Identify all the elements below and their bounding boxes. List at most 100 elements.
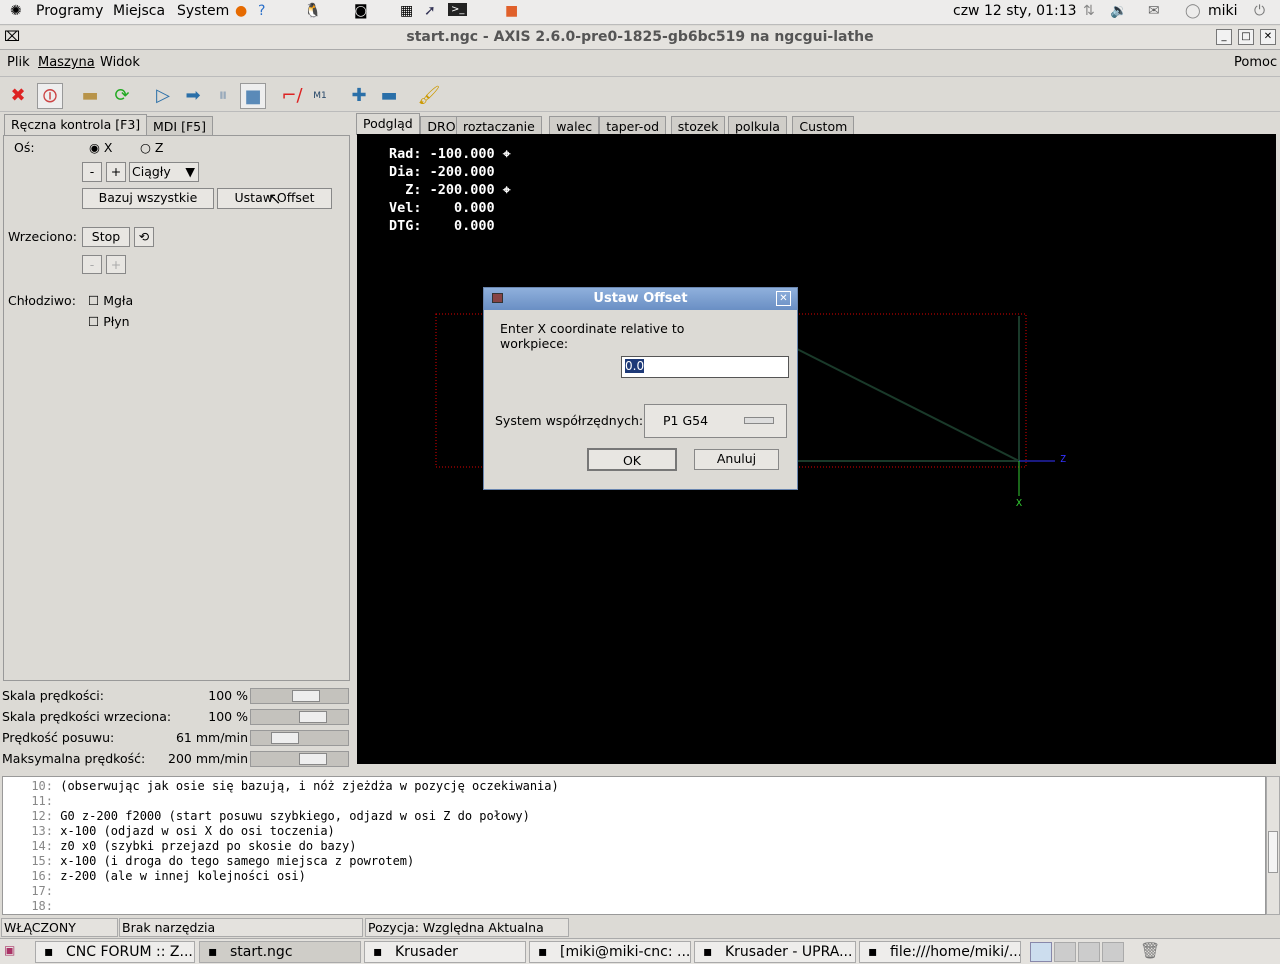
spindle-faster-button[interactable]: + [106, 255, 126, 274]
offset-input[interactable]: 0.0 [621, 356, 789, 378]
calculator-icon[interactable]: ▦ [400, 3, 413, 19]
mail-icon[interactable]: ✉ [1148, 3, 1160, 19]
taskbar-item[interactable]: ▪ file:///home/miki/... [859, 941, 1021, 963]
coordinate-system-select[interactable]: P1 G54 [644, 404, 787, 438]
volume-icon[interactable]: 🔉 [1110, 3, 1127, 19]
camera-icon[interactable]: ◙ [354, 3, 368, 19]
code-line[interactable]: 15: x-100 (i droga do tego samego miejsc… [3, 854, 414, 868]
override-slider[interactable] [250, 730, 349, 746]
network-icon[interactable]: ⇅ [1083, 3, 1095, 19]
menu-plik[interactable]: Plik [7, 55, 30, 70]
run-icon[interactable]: ▷ [150, 83, 176, 109]
shutdown-icon[interactable]: ⏻ [1254, 3, 1265, 19]
code-line[interactable]: 11: [3, 794, 60, 808]
dialog-titlebar[interactable]: Ustaw Offset ✕ [484, 288, 797, 310]
tab-manual[interactable]: Ręczna kontrola [F3] [4, 114, 148, 136]
override-slider[interactable] [250, 688, 349, 704]
workspace-4[interactable] [1102, 942, 1124, 962]
minimize-button[interactable]: _ [1216, 29, 1232, 45]
menu-system[interactable]: System [177, 3, 229, 19]
code-line[interactable]: 10: (obserwując jak osie się bazują, i n… [3, 779, 558, 793]
optional-stop-icon[interactable]: M1 [307, 83, 333, 109]
mist-checkbox[interactable]: ☐ Mgła [88, 293, 133, 308]
window-titlebar[interactable]: ⌧ start.ngc - AXIS 2.6.0-pre0-1825-gb6bc… [0, 26, 1280, 50]
open-file-icon[interactable]: ▬ [77, 83, 103, 109]
axis-z-radio[interactable]: ○ Z [140, 140, 163, 155]
menu-miejsca[interactable]: Miejsca [113, 3, 165, 19]
jog-mode-select[interactable]: Ciągły ▼ [129, 162, 199, 182]
taskbar-item[interactable]: ▪ start.ngc [199, 941, 361, 963]
folder-icon[interactable]: ■ [505, 3, 518, 19]
workspace-1[interactable] [1030, 942, 1052, 962]
zoom-out-icon[interactable]: ▬ [376, 83, 402, 109]
maximize-button[interactable]: □ [1238, 29, 1254, 45]
flood-checkbox[interactable]: ☐ Płyn [88, 314, 130, 329]
tab-stozek[interactable]: stozek [670, 116, 726, 136]
override-slider[interactable] [250, 751, 349, 767]
user-icon: ◯ [1185, 3, 1201, 19]
ok-button[interactable]: OK [587, 448, 677, 471]
zoom-in-icon[interactable]: ✚ [346, 83, 372, 109]
penguin-icon[interactable]: 🐧 [304, 3, 321, 19]
spindle-slower-button[interactable]: - [82, 255, 102, 274]
run-from-line-icon[interactable]: ⌐/ [279, 83, 305, 109]
tab-taperod[interactable]: taper-od [599, 116, 667, 136]
menu-maszyna[interactable]: Maszyna [38, 55, 95, 70]
step-icon[interactable]: ➡ [180, 83, 206, 109]
menu-programy[interactable]: Programy [36, 3, 103, 19]
home-all-button[interactable]: Bazuj wszystkie [82, 188, 214, 209]
dialog-close-icon[interactable]: ✕ [776, 291, 791, 306]
power-icon[interactable]: ⏼ [37, 83, 63, 109]
tab-polkula[interactable]: polkula [728, 116, 787, 136]
stop-icon[interactable]: ■ [240, 83, 266, 109]
close-button[interactable]: ✕ [1260, 29, 1276, 45]
workspace-3[interactable] [1078, 942, 1100, 962]
tab-roztaczanie[interactable]: roztaczanie [456, 116, 542, 136]
scrollbar-thumb[interactable] [1268, 831, 1278, 873]
terminal-icon[interactable]: >_ [448, 3, 468, 16]
estop-icon[interactable]: ✖ [5, 83, 31, 109]
pointer-icon[interactable]: ➚ [424, 3, 436, 19]
spindle-stop-button[interactable]: Stop [82, 227, 130, 247]
code-line[interactable]: 16: z-200 (ale w innej kolejności osi) [3, 869, 306, 883]
tab-podgld[interactable]: Podgląd [356, 113, 420, 135]
taskbar-item[interactable]: ▪ CNC FORUM :: Z... [35, 941, 195, 963]
gcode-view[interactable]: 10: (obserwując jak osie się bazują, i n… [2, 776, 1266, 915]
slider-thumb[interactable] [298, 753, 327, 765]
tab-walec[interactable]: walec [549, 116, 600, 136]
dialog-menu-icon[interactable] [492, 293, 503, 303]
help-icon[interactable]: ? [258, 3, 265, 19]
axis-x-radio[interactable]: ◉ X [89, 140, 112, 155]
override-slider[interactable] [250, 709, 349, 725]
menu-widok[interactable]: Widok [100, 55, 140, 70]
spindle-direction-icon[interactable]: ⟲ [134, 227, 154, 247]
taskbar-item[interactable]: ▪ Krusader - UPRA... [694, 941, 856, 963]
slider-thumb[interactable] [291, 690, 320, 702]
trash-icon[interactable]: 🗑 [1140, 941, 1160, 960]
code-scrollbar[interactable] [1266, 776, 1280, 915]
ubuntu-logo-icon[interactable]: ✺ [10, 3, 22, 19]
code-line[interactable]: 14: z0 x0 (szybki przejazd po skosie do … [3, 839, 356, 853]
menu-pomoc[interactable]: Pomoc [1234, 55, 1277, 70]
show-desktop-icon[interactable]: ▣ [4, 943, 15, 957]
slider-thumb[interactable] [271, 732, 300, 744]
code-line[interactable]: 13: x-100 (odjazd w osi X do osi toczeni… [3, 824, 334, 838]
workspace-2[interactable] [1054, 942, 1076, 962]
pause-icon[interactable]: ⏸ [210, 83, 236, 109]
jog-plus-button[interactable]: + [106, 162, 126, 182]
code-line[interactable]: 18: [3, 899, 60, 913]
firefox-icon[interactable]: ● [235, 3, 247, 19]
clear-plot-icon[interactable]: 🖌 [416, 83, 442, 109]
code-line[interactable]: 12: G0 z-200 f2000 (start posuwu szybkie… [3, 809, 530, 823]
clock[interactable]: czw 12 sty, 01:13 [953, 3, 1077, 19]
taskbar-item[interactable]: ▪ Krusader [364, 941, 526, 963]
tab-mdi[interactable]: MDI [F5] [146, 116, 213, 136]
user-name[interactable]: miki [1208, 3, 1238, 19]
taskbar-item[interactable]: ▪ [miki@miki-cnc: ... [529, 941, 691, 963]
cancel-button[interactable]: Anuluj [694, 449, 779, 470]
tab-custom[interactable]: Custom [792, 116, 855, 136]
jog-minus-button[interactable]: - [82, 162, 102, 182]
reload-icon[interactable]: ⟳ [109, 83, 135, 109]
code-line[interactable]: 17: [3, 884, 60, 898]
slider-thumb[interactable] [298, 711, 327, 723]
